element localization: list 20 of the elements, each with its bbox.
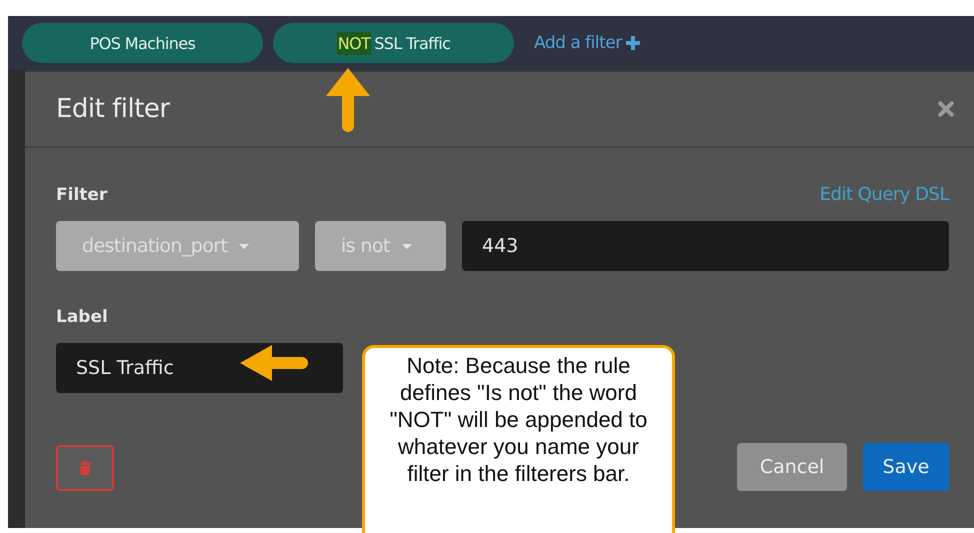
save-button[interactable]: Save — [863, 443, 949, 491]
filter-label: Filter — [56, 184, 108, 204]
cancel-button[interactable]: Cancel — [737, 443, 847, 491]
edit-query-dsl-link[interactable]: Edit Query DSL — [820, 184, 949, 205]
close-icon[interactable] — [938, 101, 954, 117]
plus-icon — [626, 36, 640, 50]
caret-icon — [239, 244, 250, 248]
dialog-title: Edit filter — [56, 94, 170, 124]
trash-icon — [79, 461, 91, 475]
filter-pill[interactable]: NOT SSL Traffic — [273, 23, 514, 63]
value-input[interactable]: 443 — [462, 221, 949, 271]
label-input[interactable]: SSL Traffic — [56, 343, 343, 393]
arrow-icon — [326, 68, 370, 132]
arrow-icon — [240, 345, 308, 381]
filter-pill[interactable]: POS Machines — [22, 23, 263, 63]
note-callout: Note: Because the rule defines "Is not" the word "NOT" will be appended to whatever you name your filter in the filterers bar. — [362, 345, 675, 533]
label-heading: Label — [56, 307, 109, 327]
caret-icon — [402, 244, 412, 248]
add-filter-link[interactable]: Add a filter — [534, 33, 640, 53]
delete-button[interactable] — [56, 445, 114, 491]
